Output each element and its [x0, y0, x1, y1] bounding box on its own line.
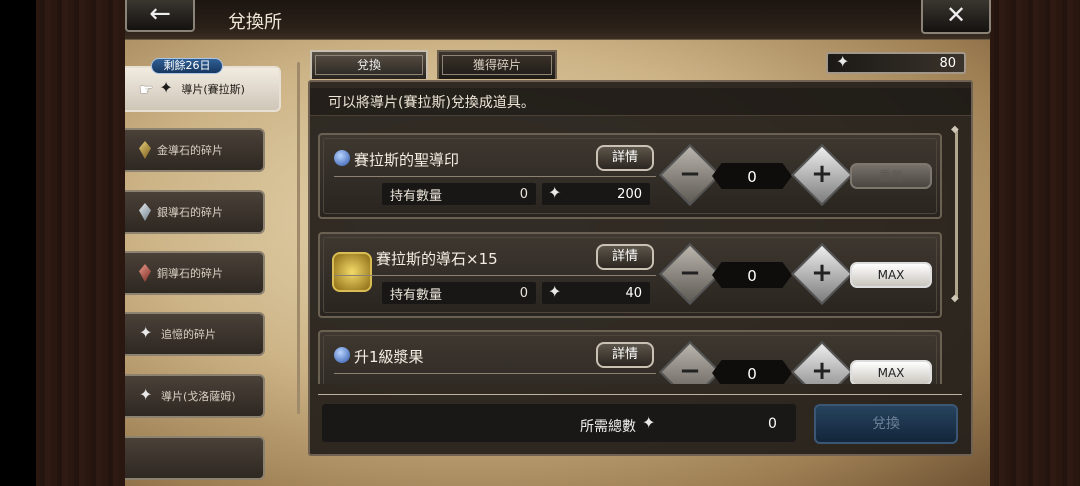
increase-button[interactable]: +: [790, 143, 854, 207]
tab-exchange[interactable]: 兌換: [310, 50, 428, 79]
max-button[interactable]: MAX: [850, 262, 932, 288]
total-bar: [322, 404, 796, 442]
sidebar-item-gold-shard[interactable]: 金導石的碎片: [125, 128, 265, 172]
list-item: 升1級漿果 詳情 − 0 + MAX: [318, 330, 942, 384]
item-name: 升1級漿果: [354, 348, 424, 366]
item-list-scrollbar[interactable]: [951, 124, 959, 304]
quantity-field: 0: [712, 360, 792, 384]
tab-get-shards[interactable]: 獲得碎片: [437, 50, 557, 79]
sidebar-item-silver-shard[interactable]: 銀導石的碎片: [125, 190, 265, 234]
total-value: 0: [768, 416, 777, 432]
list-item: 賽拉斯的導石×15 詳情 持有數量0 40 − 0 + MAX: [318, 232, 942, 318]
sidebar-item-label: 導片(賽拉斯): [181, 83, 245, 96]
divider: [334, 176, 656, 177]
owned-count: 持有數量 0: [382, 282, 536, 304]
star-shard-icon: [836, 52, 852, 71]
decrease-button[interactable]: −: [658, 143, 722, 207]
star-shard-icon: [548, 282, 564, 301]
list-item: 賽拉斯的聖導印 詳情 持有數量0 200 − 0 + 重置: [318, 133, 942, 219]
sidebar-item-label: 導片(戈洛薩姆): [161, 390, 236, 403]
quantity-field: 0: [712, 262, 792, 288]
pointer-hand-icon: ☛: [139, 79, 154, 99]
back-button[interactable]: ←: [125, 0, 195, 32]
sidebar-item-label: 銀導石的碎片: [157, 206, 223, 219]
sidebar-item-label: 金導石的碎片: [157, 144, 223, 157]
sidebar-scrollbar[interactable]: [297, 62, 300, 414]
item-name: 賽拉斯的導石×15: [376, 250, 498, 268]
decrease-button[interactable]: −: [658, 242, 722, 306]
cost-display: 40: [542, 282, 650, 304]
currency-display: 80: [826, 52, 966, 74]
cost-display: 200: [542, 183, 650, 205]
right-border: [988, 0, 1080, 486]
item-name: 賽拉斯的聖導印: [354, 151, 460, 169]
sidebar-item-copper-shard[interactable]: 銅導石的碎片: [125, 251, 265, 295]
details-button[interactable]: 詳情: [596, 244, 654, 270]
max-button[interactable]: MAX: [850, 360, 932, 384]
gold-gem-icon: [139, 141, 151, 159]
days-remaining-badge: 剩餘26日: [151, 58, 223, 74]
copper-gem-icon: [139, 264, 151, 282]
close-button[interactable]: ✕: [921, 0, 991, 34]
currency-value: 80: [939, 55, 956, 71]
sidebar-item-label: 追憶的碎片: [161, 328, 216, 341]
star-shard-icon: [139, 323, 155, 342]
divider: [334, 275, 656, 276]
info-text: 可以將導片(賽拉斯)兌換成道具。: [328, 95, 535, 111]
details-button[interactable]: 詳情: [596, 145, 654, 171]
left-border: [0, 0, 125, 486]
seal-icon: [334, 150, 350, 166]
berry-icon: [334, 347, 350, 363]
star-shard-icon: [642, 413, 658, 432]
star-shard-icon: [548, 183, 564, 202]
owned-count: 持有數量 0: [382, 183, 536, 205]
sidebar-item-partial[interactable]: [125, 436, 265, 480]
sidebar-item-memory-shard[interactable]: 追憶的碎片: [125, 312, 265, 356]
sidebar-item-golosam-shard[interactable]: 導片(戈洛薩姆): [125, 374, 265, 418]
divider: [334, 373, 656, 374]
sidebar-item-label: 銅導石的碎片: [157, 267, 223, 280]
silver-gem-icon: [139, 203, 151, 221]
exchange-button[interactable]: 兌換: [814, 404, 958, 444]
details-button[interactable]: 詳情: [596, 342, 654, 368]
star-shard-icon: [159, 78, 175, 97]
star-shard-icon: [139, 385, 155, 404]
total-label: 所需總數: [580, 419, 636, 435]
reset-button[interactable]: 重置: [850, 163, 932, 189]
quantity-field: 0: [712, 163, 792, 189]
item-list: 賽拉斯的聖導印 詳情 持有數量0 200 − 0 + 重置 賽拉斯的導石×15 …: [318, 128, 950, 384]
increase-button[interactable]: +: [790, 340, 854, 384]
decrease-button[interactable]: −: [658, 340, 722, 384]
page-title: 兌換所: [228, 12, 282, 33]
crystal-item-icon: [332, 252, 372, 292]
divider: [318, 394, 962, 395]
increase-button[interactable]: +: [790, 242, 854, 306]
